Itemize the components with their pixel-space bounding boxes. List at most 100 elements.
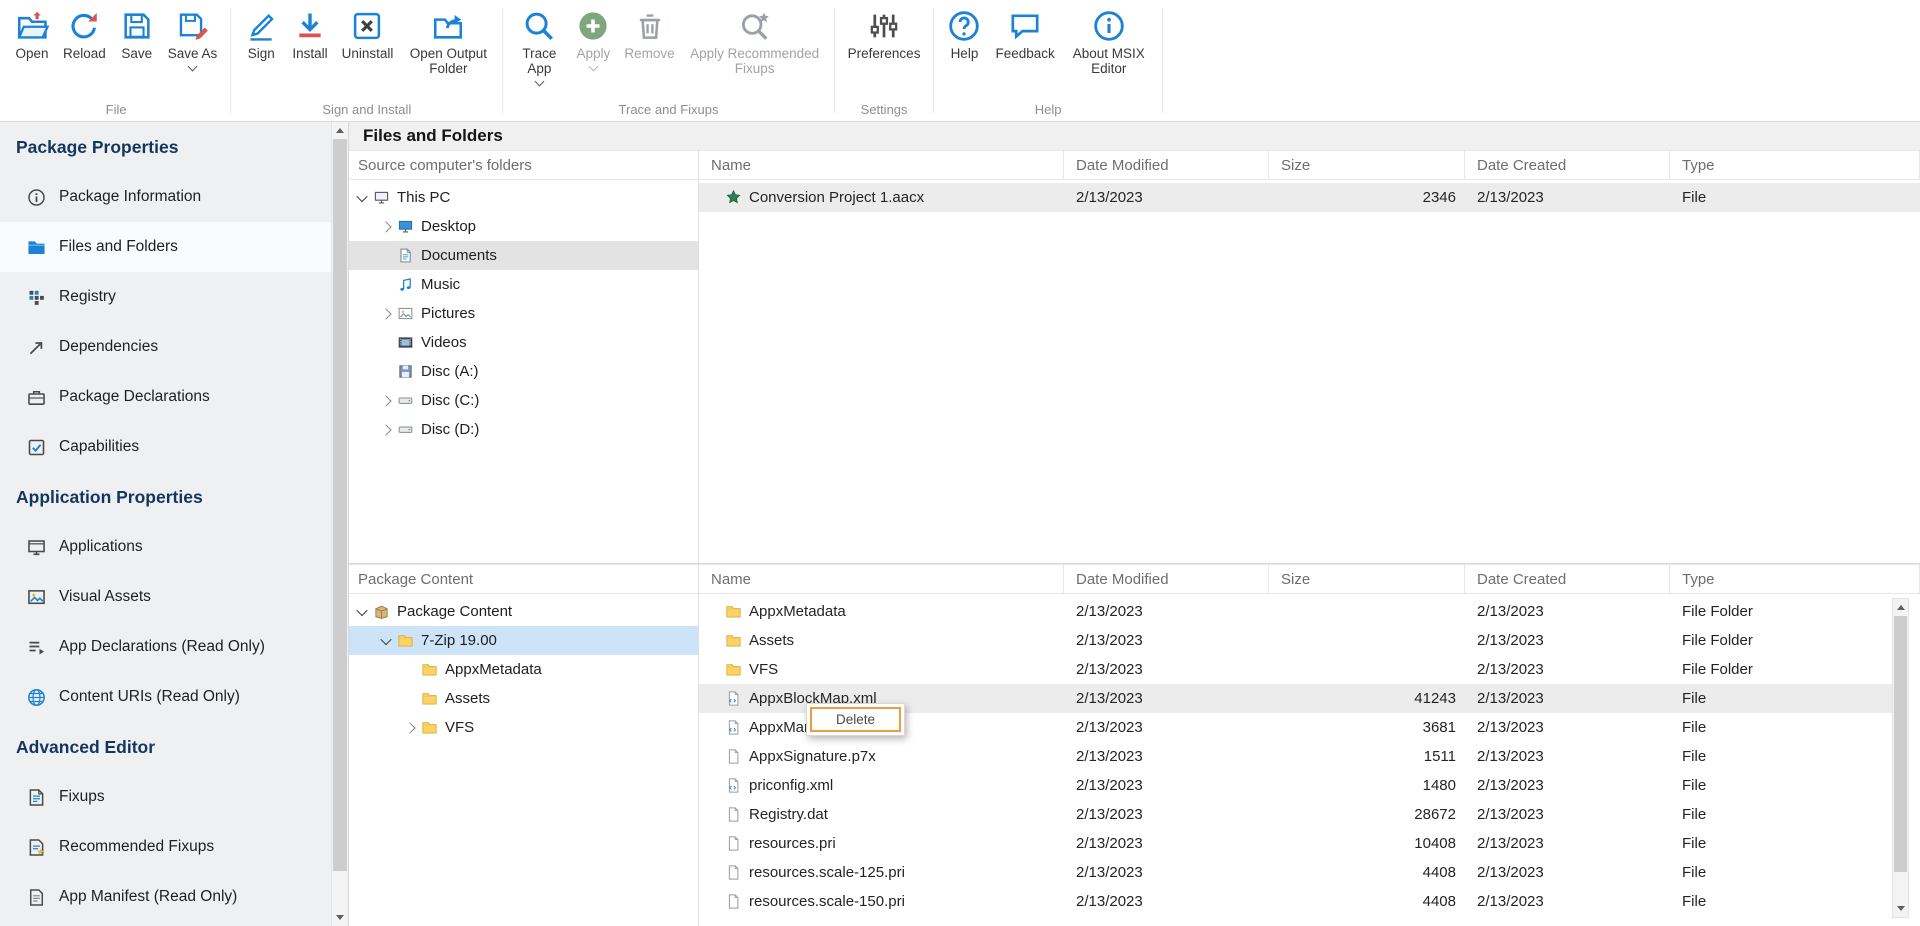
sidebar-item-app-manifest-read-only[interactable]: App Manifest (Read Only): [0, 872, 331, 922]
column-header-date-modified[interactable]: Date Modified: [1064, 565, 1269, 593]
tree-item-disc-d[interactable]: Disc (D:): [349, 415, 698, 444]
scrollbar-track[interactable]: [1893, 616, 1908, 900]
install-button[interactable]: Install: [285, 0, 334, 61]
button-label: Feedback: [995, 46, 1054, 61]
scrollbar-thumb[interactable]: [1894, 616, 1907, 872]
content-uris-icon: [26, 687, 47, 708]
file-row-appxmetadata[interactable]: AppxMetadata2/13/20232/13/2023File Folde…: [699, 597, 1892, 626]
column-header-date-modified[interactable]: Date Modified: [1064, 151, 1269, 179]
tree-expander-icon[interactable]: [380, 308, 391, 319]
file-row-conversion-project-1-aacx[interactable]: Conversion Project 1.aacx2/13/202323462/…: [699, 183, 1920, 212]
about-msix-editor-button[interactable]: About MSIX Editor: [1062, 0, 1156, 76]
scroll-down-button[interactable]: [1893, 900, 1908, 917]
sidebar-item-recommended-fixups[interactable]: Recommended Fixups: [0, 822, 331, 872]
reload-button[interactable]: Reload: [56, 0, 113, 61]
scroll-up-button[interactable]: [1893, 599, 1908, 616]
tree-item-videos[interactable]: Videos: [349, 328, 698, 357]
file-row-priconfig-xml[interactable]: priconfig.xml2/13/202314802/13/2023File: [699, 771, 1892, 800]
sidebar-item-content-uris-read-only[interactable]: Content URIs (Read Only): [0, 672, 331, 722]
sidebar-item-dependencies[interactable]: Dependencies: [0, 322, 331, 372]
sidebar-item-visual-assets[interactable]: Visual Assets: [0, 572, 331, 622]
file-row-registry-dat[interactable]: Registry.dat2/13/2023286722/13/2023File: [699, 800, 1892, 829]
scroll-down-icon: [336, 915, 344, 920]
package-tree-panel: Package Content Package Content7-Zip 19.…: [349, 564, 699, 926]
ribbon-group-buttons: Open ReloadSaveSave As: [8, 0, 224, 100]
save-button[interactable]: Save: [113, 0, 161, 61]
button-label: Install: [292, 46, 327, 61]
file-row-assets[interactable]: Assets2/13/20232/13/2023File Folder: [699, 626, 1892, 655]
tree-expander-icon[interactable]: [380, 424, 391, 435]
feedback-button[interactable]: Feedback: [988, 0, 1061, 61]
tree-item-package-content[interactable]: Package Content: [349, 597, 698, 626]
package-panel: Package Content Package Content7-Zip 19.…: [349, 563, 1920, 926]
trace-app-button[interactable]: Trace App: [509, 0, 569, 85]
column-header-size[interactable]: Size: [1269, 565, 1465, 593]
tree-item-music[interactable]: Music: [349, 270, 698, 299]
button-label: Open: [15, 46, 48, 61]
column-header-type[interactable]: Type: [1670, 565, 1920, 593]
open-button[interactable]: Open: [8, 0, 56, 61]
column-header-date-created[interactable]: Date Created: [1465, 151, 1670, 179]
ribbon-toolbar: Open ReloadSaveSave As File Sign Install Unin…: [0, 0, 1920, 122]
ribbon-group-label: File: [8, 100, 224, 121]
tree-item-desktop[interactable]: Desktop: [349, 212, 698, 241]
sidebar-item-files-and-folders[interactable]: Files and Folders: [0, 222, 331, 272]
tree-expander-icon[interactable]: [380, 395, 391, 406]
help-button[interactable]: Help: [940, 0, 988, 61]
feedback-icon: [1008, 9, 1042, 43]
preferences-button[interactable]: Preferences: [841, 0, 928, 61]
apply-recommended-fixups-button[interactable]: Apply Recommended Fixups: [682, 0, 828, 76]
scrollbar-track[interactable]: [332, 139, 348, 909]
sidebar-item-package-information[interactable]: Package Information: [0, 172, 331, 222]
tree-item-disc-a[interactable]: Disc (A:): [349, 357, 698, 386]
scroll-up-button[interactable]: [332, 122, 348, 139]
uninstall-button[interactable]: Uninstall: [335, 0, 401, 61]
sidebar-item-applications[interactable]: Applications: [0, 522, 331, 572]
ribbon-group-buttons: Sign Install UninstallOpen Output Folder: [237, 0, 496, 100]
cell-size: 3681: [1269, 719, 1465, 736]
column-header-size[interactable]: Size: [1269, 151, 1465, 179]
sidebar-scrollbar[interactable]: [331, 122, 348, 926]
tree-item-this-pc[interactable]: This PC: [349, 183, 698, 212]
sidebar-item-app-declarations-read-only[interactable]: App Declarations (Read Only): [0, 622, 331, 672]
tree-expander-icon[interactable]: [356, 604, 367, 615]
tree-expander-icon[interactable]: [356, 190, 367, 201]
cell-date-created: 2/13/2023: [1465, 690, 1670, 707]
file-row-resources-scale-150-pri[interactable]: resources.scale-150.pri2/13/202344082/13…: [699, 887, 1892, 916]
sign-button[interactable]: Sign: [237, 0, 285, 61]
sidebar-item-package-declarations[interactable]: Package Declarations: [0, 372, 331, 422]
apply-button[interactable]: Apply: [569, 0, 617, 70]
sidebar-item-registry[interactable]: Registry: [0, 272, 331, 322]
tree-item-disc-c[interactable]: Disc (C:): [349, 386, 698, 415]
scrollbar-thumb[interactable]: [333, 139, 347, 871]
file-row-resources-scale-125-pri[interactable]: resources.scale-125.pri2/13/202344082/13…: [699, 858, 1892, 887]
sidebar-item-fixups[interactable]: Fixups: [0, 772, 331, 822]
remove-button[interactable]: Remove: [617, 0, 681, 61]
tree-item-7-zip-19-00[interactable]: 7-Zip 19.00: [349, 626, 698, 655]
sidebar-item-capabilities[interactable]: Capabilities: [0, 422, 331, 472]
scroll-down-button[interactable]: [332, 909, 348, 926]
tree-item-appxmetadata[interactable]: AppxMetadata: [349, 655, 698, 684]
tree-item-assets[interactable]: Assets: [349, 684, 698, 713]
column-header-name[interactable]: Name: [699, 565, 1064, 593]
tree-item-documents[interactable]: Documents: [349, 241, 698, 270]
delete-menu-item[interactable]: Delete: [810, 707, 901, 732]
file-row-appxsignature-p7x[interactable]: AppxSignature.p7x2/13/202315112/13/2023F…: [699, 742, 1892, 771]
column-header-name[interactable]: Name: [699, 151, 1064, 179]
file-name: resources.pri: [749, 835, 836, 852]
cell-date-created: 2/13/2023: [1465, 806, 1670, 823]
tree-item-pictures[interactable]: Pictures: [349, 299, 698, 328]
tree-expander-icon[interactable]: [404, 722, 415, 733]
msix-editor-window: Open ReloadSaveSave As File Sign Install Unin…: [0, 0, 1920, 926]
file-row-vfs[interactable]: VFS2/13/20232/13/2023File Folder: [699, 655, 1892, 684]
file-row-resources-pri[interactable]: resources.pri2/13/2023104082/13/2023File: [699, 829, 1892, 858]
open-output-folder-button[interactable]: Open Output Folder: [400, 0, 496, 76]
sidebar-item-label: Package Declarations: [59, 388, 210, 406]
save-as-button[interactable]: Save As: [161, 0, 225, 70]
column-header-date-created[interactable]: Date Created: [1465, 565, 1670, 593]
tree-item-vfs[interactable]: VFS: [349, 713, 698, 742]
package-list-scrollbar[interactable]: [1892, 598, 1909, 918]
tree-expander-icon[interactable]: [380, 633, 391, 644]
column-header-type[interactable]: Type: [1670, 151, 1920, 179]
tree-expander-icon[interactable]: [380, 221, 391, 232]
